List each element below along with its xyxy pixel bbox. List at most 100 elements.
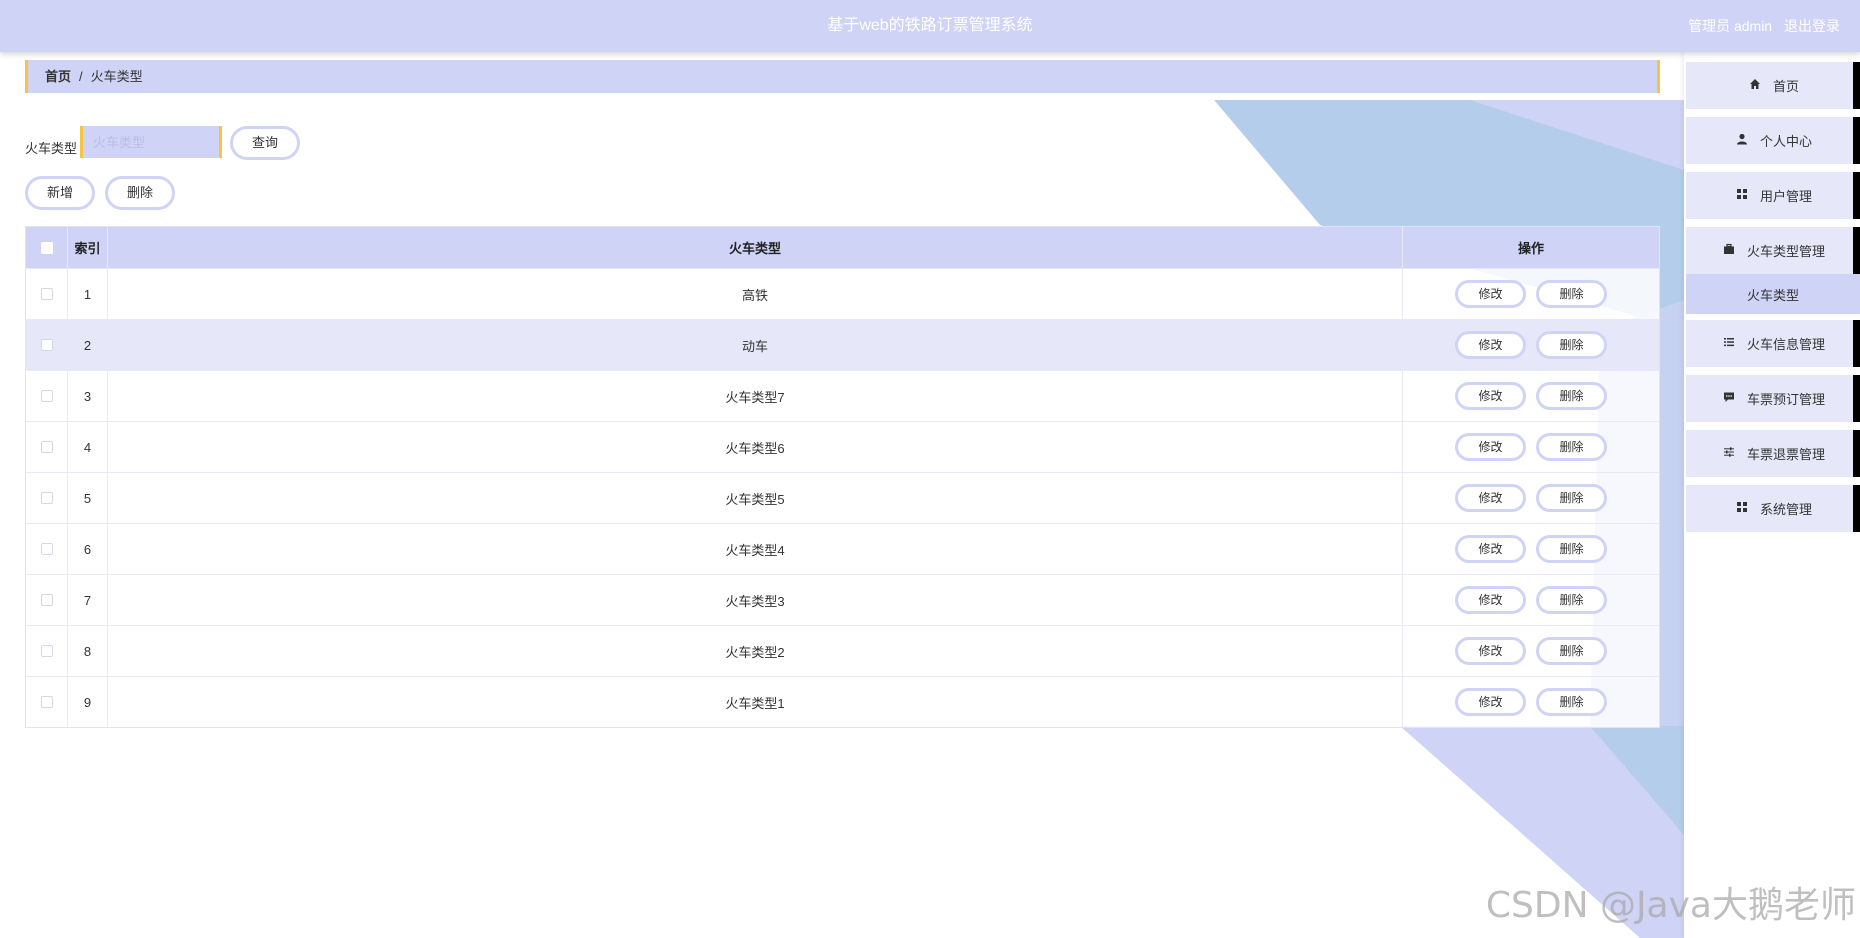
row-check-cell <box>26 320 68 370</box>
column-header-type: 火车类型 <box>108 227 1403 268</box>
delete-button[interactable]: 删除 <box>1536 688 1607 716</box>
query-button[interactable]: 查询 <box>230 126 300 160</box>
train-type-search-input[interactable] <box>80 126 222 158</box>
row-check-cell <box>26 422 68 472</box>
row-index: 2 <box>68 320 108 370</box>
logout-link[interactable]: 退出登录 <box>1784 18 1840 34</box>
delete-button[interactable]: 删除 <box>1536 586 1607 614</box>
edit-button[interactable]: 修改 <box>1455 688 1526 716</box>
row-check-cell <box>26 575 68 625</box>
sidebar-item-label: 车票预订管理 <box>1746 392 1825 407</box>
sidebar-item-booking-mgmt[interactable]: 车票预订管理 <box>1686 375 1860 422</box>
row-ops: 修改 删除 <box>1403 473 1659 523</box>
edit-button[interactable]: 修改 <box>1455 484 1526 512</box>
row-train-type: 高铁 <box>108 269 1403 319</box>
row-ops: 修改 删除 <box>1403 422 1659 472</box>
delete-button[interactable]: 删除 <box>1536 433 1607 461</box>
sidebar-item-label: 首页 <box>1772 79 1799 94</box>
sidebar-subitem-train-type[interactable]: 火车类型 <box>1686 274 1860 314</box>
top-bar: 基于web的铁路订票管理系统 管理员 admin 退出登录 <box>0 0 1860 52</box>
user-icon <box>1734 133 1750 148</box>
delete-button[interactable]: 删除 <box>1536 535 1607 563</box>
row-checkbox[interactable] <box>40 288 53 300</box>
table-row: 4 火车类型6 修改 删除 <box>26 421 1659 472</box>
row-ops: 修改 删除 <box>1403 677 1659 727</box>
delete-button[interactable]: 删除 <box>1536 382 1607 410</box>
row-check-cell <box>26 524 68 574</box>
briefcase-icon <box>1721 243 1737 258</box>
edit-button[interactable]: 修改 <box>1455 280 1526 308</box>
sidebar-item-label: 车票退票管理 <box>1746 447 1825 462</box>
sidebar-item-system-mgmt[interactable]: 系统管理 <box>1686 485 1860 532</box>
breadcrumb-current: 火车类型 <box>90 69 143 84</box>
home-icon <box>1747 78 1763 93</box>
row-ops: 修改 删除 <box>1403 269 1659 319</box>
row-check-cell <box>26 677 68 727</box>
row-ops: 修改 删除 <box>1403 371 1659 421</box>
breadcrumb-home[interactable]: 首页 <box>45 69 71 84</box>
add-button[interactable]: 新增 <box>25 176 95 210</box>
table-row: 9 火车类型1 修改 删除 <box>26 676 1659 727</box>
main-content: 首页/火车类型 火车类型 查询 新增 删除 索引 火车类型 操作 1高铁修改删除… <box>0 52 1684 938</box>
watermark: CSDN @Java大鹅老师 <box>1485 885 1856 926</box>
row-ops: 修改 删除 <box>1403 575 1659 625</box>
table-row: 6 火车类型4 修改 删除 <box>26 523 1659 574</box>
edit-button[interactable]: 修改 <box>1455 637 1526 665</box>
row-train-type: 火车类型5 <box>108 473 1403 523</box>
delete-button[interactable]: 删除 <box>1536 280 1607 308</box>
sidebar-item-label: 系统管理 <box>1759 502 1812 517</box>
sidebar-item-train-info-mgmt[interactable]: 火车信息管理 <box>1686 320 1860 367</box>
column-header-ops: 操作 <box>1517 241 1544 256</box>
batch-delete-button[interactable]: 删除 <box>105 176 175 210</box>
row-train-type: 火车类型4 <box>108 524 1403 574</box>
select-all-cell <box>26 227 68 268</box>
row-index: 4 <box>68 422 108 472</box>
sidebar: 首页 个人中心 用户管理 火车类型管理 火车类型 火车信息管理 车票预订管理 车… <box>1684 52 1860 938</box>
sidebar-item-users[interactable]: 用户管理 <box>1686 172 1860 219</box>
row-checkbox[interactable] <box>40 339 53 351</box>
row-checkbox[interactable] <box>40 543 53 555</box>
breadcrumb-separator: / <box>79 69 83 84</box>
row-train-type: 火车类型7 <box>108 371 1403 421</box>
table-row: 7 火车类型3 修改 删除 <box>26 574 1659 625</box>
app-title: 基于web的铁路订票管理系统 <box>827 17 1033 34</box>
row-index: 6 <box>68 524 108 574</box>
row-check-cell <box>26 371 68 421</box>
breadcrumb: 首页 / 火车类型 <box>25 60 1660 93</box>
grid-icon <box>1734 188 1750 203</box>
edit-button[interactable]: 修改 <box>1455 433 1526 461</box>
row-checkbox[interactable] <box>40 645 53 657</box>
sidebar-item-profile[interactable]: 个人中心 <box>1686 117 1860 164</box>
row-checkbox[interactable] <box>40 492 53 504</box>
row-index: 9 <box>68 677 108 727</box>
delete-button[interactable]: 删除 <box>1536 484 1607 512</box>
column-header-index: 索引 <box>68 227 108 268</box>
table-row: 3 火车类型7 修改 删除 <box>26 370 1659 421</box>
edit-button[interactable]: 修改 <box>1455 535 1526 563</box>
row-checkbox[interactable] <box>40 696 53 708</box>
current-user-label: 管理员 admin <box>1688 18 1773 34</box>
edit-button[interactable]: 修改 <box>1455 382 1526 410</box>
table-row: 1 高铁 修改 删除 <box>26 268 1659 319</box>
sliders-icon <box>1721 446 1737 461</box>
row-check-cell <box>26 269 68 319</box>
row-checkbox[interactable] <box>40 441 53 453</box>
delete-button[interactable]: 删除 <box>1536 637 1607 665</box>
sidebar-item-train-type-mgmt[interactable]: 火车类型管理 <box>1686 227 1860 274</box>
delete-button[interactable]: 删除 <box>1536 331 1607 359</box>
train-type-table: 索引 火车类型 操作 1 高铁 修改 删除 2 动车 修改 删除 3 火车类型7 修改 删除 4 火车类型… <box>25 226 1660 728</box>
row-train-type: 火车类型3 <box>108 575 1403 625</box>
table-header: 索引 火车类型 操作 <box>26 227 1659 268</box>
row-train-type: 火车类型6 <box>108 422 1403 472</box>
sidebar-item-label: 用户管理 <box>1759 189 1812 204</box>
user-area: 管理员 admin 退出登录 <box>1680 0 1840 52</box>
sidebar-item-refund-mgmt[interactable]: 车票退票管理 <box>1686 430 1860 477</box>
row-checkbox[interactable] <box>40 390 53 402</box>
sidebar-item-home[interactable]: 首页 <box>1686 62 1860 109</box>
select-all-checkbox[interactable] <box>40 241 53 254</box>
sidebar-item-label: 个人中心 <box>1759 134 1812 149</box>
row-checkbox[interactable] <box>40 594 53 606</box>
table-row: 8 火车类型2 修改 删除 <box>26 625 1659 676</box>
edit-button[interactable]: 修改 <box>1455 331 1526 359</box>
edit-button[interactable]: 修改 <box>1455 586 1526 614</box>
